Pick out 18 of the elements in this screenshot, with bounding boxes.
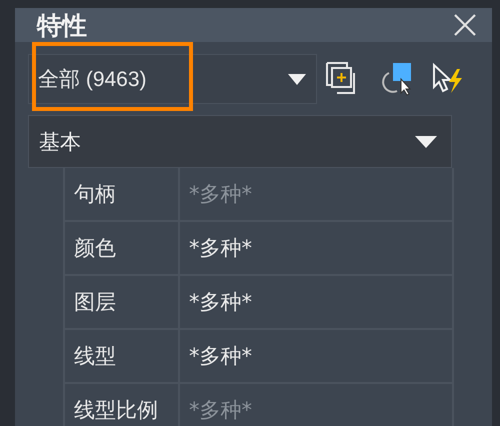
caret-icon	[288, 74, 306, 84]
property-value: *多种*	[180, 168, 454, 222]
selection-dropdown[interactable]: 全部 (9463)	[28, 54, 317, 104]
section-header[interactable]: 基本	[28, 115, 452, 168]
property-value: *多种*	[180, 222, 454, 276]
select-objects-button[interactable]	[379, 61, 413, 97]
property-label: 颜色	[65, 222, 180, 276]
property-label: 线型	[65, 330, 180, 384]
property-value: *多种*	[180, 330, 454, 384]
close-button[interactable]	[452, 12, 478, 38]
panel-title: 特性	[37, 10, 87, 42]
property-value: *多种*	[180, 384, 454, 426]
property-value: *多种*	[180, 276, 454, 330]
property-label: 图层	[65, 276, 180, 330]
property-label: 线型比例	[65, 384, 180, 426]
close-icon	[452, 12, 478, 38]
property-label: 句柄	[65, 168, 180, 222]
square-cursor-icon	[379, 61, 413, 97]
